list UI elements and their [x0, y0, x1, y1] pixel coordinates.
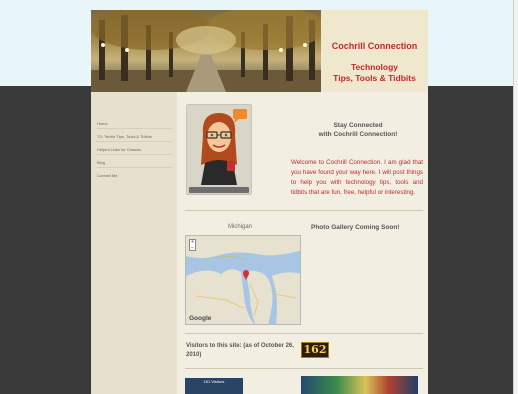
nav-divider: [95, 141, 173, 142]
nav-divider: [95, 154, 173, 155]
site-title-box: Cochrill Connection Technology Tips, Too…: [321, 10, 428, 92]
stay-line-2: with Cochrill Connection!: [318, 131, 398, 138]
header-banner-image: [91, 10, 321, 92]
nav-item-blog[interactable]: Blog: [97, 160, 173, 165]
nav-item-home[interactable]: Home: [97, 121, 173, 126]
site-title[interactable]: Cochrill Connection: [321, 41, 428, 51]
nav-item-techie-tips[interactable]: T3: Techie Tips, Tools & Tidbits: [97, 134, 173, 139]
video-controls[interactable]: [189, 187, 249, 193]
tagline-line-1: Technology: [350, 62, 399, 72]
tagline-line-2: Tips, Tools & Tidbits: [333, 73, 416, 83]
site-header: Cochrill Connection Technology Tips, Too…: [91, 10, 428, 92]
main-content: Stay Connected with Cochrill Connection!…: [183, 92, 428, 394]
stay-line-1: Stay Connected: [333, 122, 383, 129]
nav-divider: [95, 167, 173, 168]
site-tagline: Technology Tips, Tools & Tidbits: [321, 62, 428, 84]
world-map-widget[interactable]: [301, 376, 418, 394]
section-divider: [185, 368, 423, 369]
visitor-map-widget[interactable]: 161 Visitors: [185, 378, 243, 394]
nav-item-contact[interactable]: Contact Me: [97, 173, 173, 178]
nav-item-helpful-links[interactable]: Helpful Links for Classes: [97, 147, 173, 152]
page-container: Cochrill Connection Technology Tips, Too…: [91, 10, 428, 394]
avatar-video-player[interactable]: [186, 104, 252, 195]
google-map[interactable]: + − Google: [185, 235, 301, 325]
visitor-map-label: 161 Visitors: [203, 379, 225, 384]
cartoon-avatar-icon: [187, 105, 251, 185]
google-logo: Google: [189, 315, 212, 322]
stay-connected-heading: Stay Connected with Cochrill Connection!: [293, 121, 423, 139]
section-divider: [185, 210, 423, 211]
map-heading: Michigan: [228, 224, 253, 230]
visitor-counter: 162: [301, 342, 329, 358]
welcome-paragraph: Welcome to Cochrill Connection. I am gla…: [291, 159, 423, 196]
sidebar-nav: Home T3: Techie Tips, Tools & Tidbits He…: [91, 92, 177, 394]
photo-gallery-heading: Photo Gallery Coming Soon!: [311, 224, 400, 231]
scrollbar[interactable]: [513, 0, 518, 394]
map-zoom-control[interactable]: + −: [189, 239, 196, 251]
section-divider: [185, 333, 423, 334]
nav-divider: [95, 128, 173, 129]
visitors-label: Visitors to this site: (as of October 26…: [186, 343, 294, 358]
